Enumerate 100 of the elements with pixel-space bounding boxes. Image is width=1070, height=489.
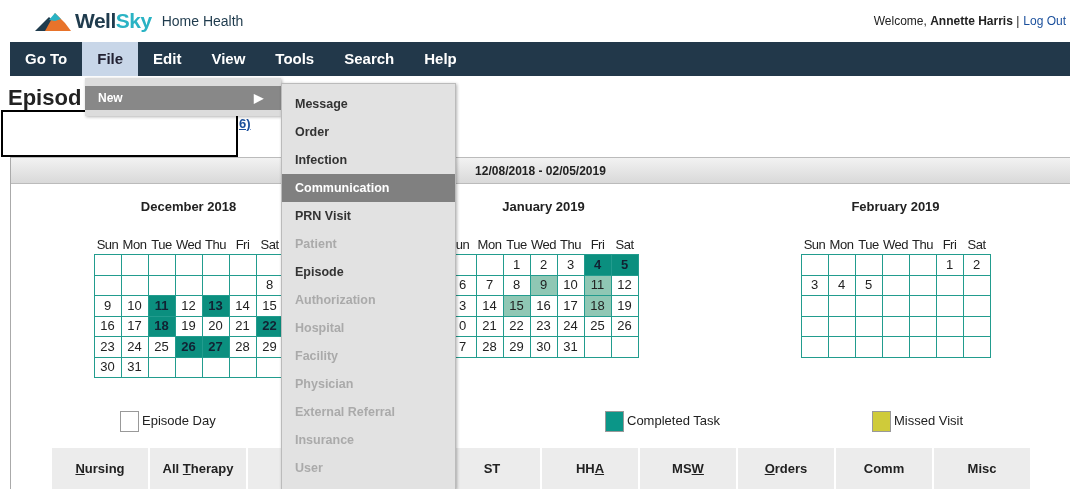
empty-day-cell [855,336,882,357]
empty-day-cell [963,275,990,296]
empty-day-cell [801,254,828,275]
day-cell: 2 [963,254,990,275]
logout-link[interactable]: Log Out [1023,12,1066,30]
day-cell: 12 [175,295,202,316]
empty-day-cell [175,275,202,296]
tab[interactable]: Nursing [52,448,148,489]
legend-label: Missed Visit [894,412,964,431]
menu-item[interactable]: Help [409,42,472,76]
menu-item[interactable]: View [196,42,261,76]
weekday-label: Mon [828,234,855,255]
day-cell: 1 [936,254,963,275]
day-cell: 21 [476,316,503,337]
mountain-logo-icon [35,11,71,31]
empty-day-cell [855,316,882,337]
day-cell: 3 [557,254,584,275]
empty-day-cell [909,275,936,296]
empty-day-cell [909,336,936,357]
day-cell: 23 [530,316,557,337]
day-cell: 17 [557,295,584,316]
menu-item[interactable]: PRN Visit [282,202,455,230]
weekday-label: Wed [530,234,557,255]
day-cell: 10 [121,295,148,316]
day-cell: 5 [855,275,882,296]
empty-day-cell [882,295,909,316]
weekday-label: Thu [202,234,229,255]
weekday-label: Mon [476,234,503,255]
day-cell: 14 [476,295,503,316]
empty-day-cell [882,275,909,296]
legend-label: Completed Task [627,412,720,431]
welcome-text: Welcome, Annette Harris | [873,13,1020,30]
empty-day-cell [175,254,202,275]
weekday-label: Sat [256,234,283,255]
empty-day-cell [882,316,909,337]
day-cell: 19 [611,295,638,316]
empty-day-cell [963,336,990,357]
menu-item[interactable]: Go To [10,42,83,76]
empty-day-cell [476,254,503,275]
day-cell: 24 [557,316,584,337]
empty-day-cell [175,357,202,378]
menu-item[interactable]: Edit [138,42,197,76]
day-cell: 24 [121,336,148,357]
day-cell: 14 [229,295,256,316]
empty-day-cell [882,336,909,357]
day-cell: 16 [530,295,557,316]
menu-item[interactable]: Order [282,118,455,146]
empty-day-cell [801,295,828,316]
day-cell: 7 [476,275,503,296]
day-cell: 19 [175,316,202,337]
day-cell: 4 [828,275,855,296]
weekday-label: Wed [175,234,202,255]
empty-day-cell [828,336,855,357]
page-title: Episod [8,86,82,110]
empty-day-cell [202,254,229,275]
day-cell: 28 [476,336,503,357]
tab[interactable]: MSW [640,448,736,489]
weekday-label: Fri [584,234,611,255]
menu-item[interactable]: File [82,42,139,76]
menu-item[interactable]: Tools [260,42,330,76]
legend-label: Episode Day [142,412,216,431]
menu-item[interactable]: Message [282,90,455,118]
day-cell: 31 [557,336,584,357]
weekday-label: Sat [963,234,990,255]
day-cell: 4 [584,254,611,275]
day-cell: 1 [503,254,530,275]
empty-day-cell [94,275,121,296]
empty-day-cell [936,275,963,296]
tab[interactable]: Orders [738,448,834,489]
day-cell: 25 [148,336,175,357]
day-cell: 21 [229,316,256,337]
empty-day-cell [611,336,638,357]
empty-day-cell [202,357,229,378]
empty-day-cell [936,336,963,357]
tab[interactable]: All Therapy [150,448,246,489]
empty-day-cell [909,254,936,275]
empty-day-cell [229,254,256,275]
menu-item[interactable]: New ▶ [85,86,281,110]
month-title: January 2019 [502,198,585,216]
weekday-label: Sun [94,234,121,255]
day-cell: 2 [530,254,557,275]
tab[interactable]: HHA [542,448,638,489]
empty-day-cell [148,254,175,275]
month-title: February 2019 [851,198,940,216]
tab[interactable]: Comm [836,448,932,489]
day-cell: 22 [503,316,530,337]
empty-day-cell [148,275,175,296]
weekday-label: Tue [148,234,175,255]
empty-day-cell [229,275,256,296]
logo-text: WellSky [75,8,152,35]
empty-day-cell [936,295,963,316]
empty-day-cell [148,357,175,378]
day-cell: 9 [94,295,121,316]
tab[interactable]: Misc [934,448,1030,489]
day-cell: 28 [229,336,256,357]
menu-item[interactable]: Search [329,42,410,76]
link-text[interactable]: 6) [239,114,251,134]
menu-item[interactable]: Communication [282,174,455,202]
day-cell: 10 [557,275,584,296]
day-cell: 30 [530,336,557,357]
